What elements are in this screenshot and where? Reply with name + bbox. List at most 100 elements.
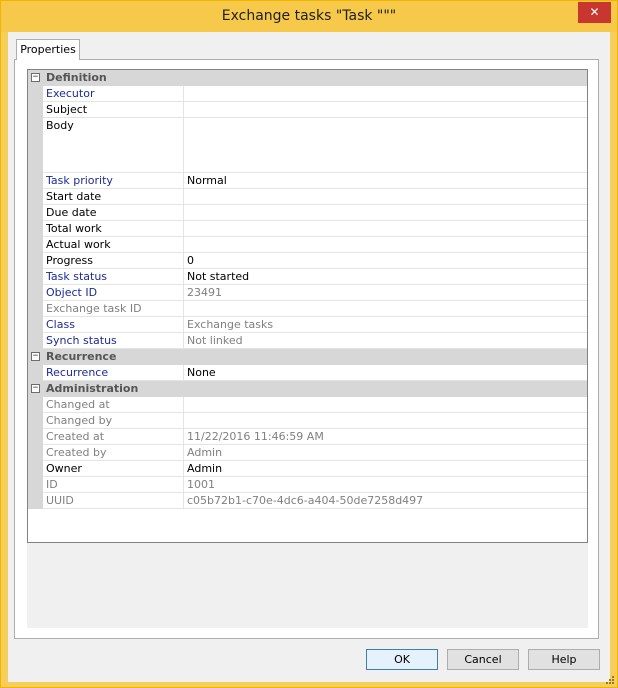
property-value[interactable]: [184, 413, 587, 429]
section-label: Administration: [46, 382, 139, 395]
collapse-icon[interactable]: −: [31, 352, 40, 361]
property-row[interactable]: Task status Not started: [28, 269, 587, 285]
property-row[interactable]: Actual work: [28, 237, 587, 253]
property-name: Start date: [43, 189, 184, 205]
property-row[interactable]: Created by Admin: [28, 445, 587, 461]
property-name: Owner: [43, 461, 184, 477]
property-row[interactable]: Exchange task ID: [28, 301, 587, 317]
property-value[interactable]: Exchange tasks: [184, 317, 587, 333]
collapse-icon[interactable]: −: [31, 384, 40, 393]
properties-panel: − Definition Executor Subject Body Task …: [14, 59, 599, 639]
property-name: Subject: [43, 102, 184, 118]
property-name: Object ID: [43, 285, 184, 301]
property-value[interactable]: Not linked: [184, 333, 587, 349]
property-value[interactable]: [184, 102, 587, 118]
property-value[interactable]: [184, 189, 587, 205]
ok-button[interactable]: OK: [366, 649, 438, 670]
row-gutter: [28, 397, 43, 413]
property-row[interactable]: Changed at: [28, 397, 587, 413]
property-row[interactable]: Executor: [28, 86, 587, 102]
property-name: Recurrence: [43, 365, 184, 381]
row-gutter: [28, 413, 43, 429]
row-gutter: [28, 237, 43, 253]
row-gutter: [28, 205, 43, 221]
collapse-icon[interactable]: −: [31, 73, 40, 82]
property-value[interactable]: 1001: [184, 477, 587, 493]
property-row[interactable]: UUID c05b72b1-c70e-4dc6-a404-50de7258d49…: [28, 493, 587, 509]
help-button[interactable]: Help: [528, 649, 600, 670]
row-gutter: [28, 477, 43, 493]
property-row[interactable]: Progress 0: [28, 253, 587, 269]
property-row[interactable]: Body: [28, 118, 587, 173]
property-row[interactable]: Changed by: [28, 413, 587, 429]
row-gutter: [28, 493, 43, 509]
row-gutter: [28, 269, 43, 285]
property-row[interactable]: Start date: [28, 189, 587, 205]
property-row[interactable]: Created at 11/22/2016 11:46:59 AM: [28, 429, 587, 445]
row-gutter: [28, 173, 43, 189]
property-value[interactable]: Not started: [184, 269, 587, 285]
row-gutter: [28, 253, 43, 269]
resize-grip-icon[interactable]: [605, 675, 615, 685]
property-name: Executor: [43, 86, 184, 102]
section-administration: − Administration: [28, 381, 587, 397]
row-gutter: [28, 189, 43, 205]
close-button[interactable]: ✕: [578, 2, 611, 23]
panel-empty-area: [27, 543, 588, 628]
property-row[interactable]: Due date: [28, 205, 587, 221]
dialog-client: Properties − Definition Executor Subject: [8, 32, 610, 682]
property-value[interactable]: [184, 221, 587, 237]
section-label: Definition: [46, 71, 107, 84]
title-bar[interactable]: Exchange tasks "Task """ ✕: [1, 1, 617, 32]
property-value[interactable]: [184, 86, 587, 102]
property-name: Class: [43, 317, 184, 333]
property-row[interactable]: Recurrence None: [28, 365, 587, 381]
property-value[interactable]: Normal: [184, 173, 587, 189]
property-name: Task priority: [43, 173, 184, 189]
property-value[interactable]: [184, 118, 587, 173]
close-icon: ✕: [589, 5, 600, 19]
property-name: Changed at: [43, 397, 184, 413]
row-gutter: [28, 317, 43, 333]
row-gutter: [28, 301, 43, 317]
property-value[interactable]: 11/22/2016 11:46:59 AM: [184, 429, 587, 445]
property-value[interactable]: Admin: [184, 461, 587, 477]
property-row[interactable]: Total work: [28, 221, 587, 237]
property-name: UUID: [43, 493, 184, 509]
section-recurrence: − Recurrence: [28, 349, 587, 365]
cancel-button[interactable]: Cancel: [447, 649, 519, 670]
row-gutter: [28, 445, 43, 461]
property-name: Actual work: [43, 237, 184, 253]
property-value[interactable]: [184, 397, 587, 413]
property-row[interactable]: Owner Admin: [28, 461, 587, 477]
property-row[interactable]: Object ID 23491: [28, 285, 587, 301]
property-name: Total work: [43, 221, 184, 237]
property-row[interactable]: Subject: [28, 102, 587, 118]
property-value[interactable]: [184, 237, 587, 253]
property-value[interactable]: [184, 205, 587, 221]
property-row[interactable]: Synch status Not linked: [28, 333, 587, 349]
property-value[interactable]: c05b72b1-c70e-4dc6-a404-50de7258d497: [184, 493, 587, 509]
section-definition: − Definition: [28, 70, 587, 86]
row-gutter: [28, 285, 43, 301]
property-row[interactable]: ID 1001: [28, 477, 587, 493]
property-value[interactable]: None: [184, 365, 587, 381]
property-value[interactable]: Admin: [184, 445, 587, 461]
property-name: Exchange task ID: [43, 301, 184, 317]
property-value[interactable]: [184, 301, 587, 317]
property-name: Progress: [43, 253, 184, 269]
property-name: Created at: [43, 429, 184, 445]
row-gutter: [28, 102, 43, 118]
row-gutter: [28, 333, 43, 349]
tab-properties[interactable]: Properties: [16, 39, 80, 60]
property-value[interactable]: 0: [184, 253, 587, 269]
property-name: Synch status: [43, 333, 184, 349]
property-name: ID: [43, 477, 184, 493]
property-row[interactable]: Class Exchange tasks: [28, 317, 587, 333]
property-name: Due date: [43, 205, 184, 221]
property-row[interactable]: Task priority Normal: [28, 173, 587, 189]
section-label: Recurrence: [46, 350, 117, 363]
property-name: Changed by: [43, 413, 184, 429]
property-value[interactable]: 23491: [184, 285, 587, 301]
row-gutter: [28, 86, 43, 102]
